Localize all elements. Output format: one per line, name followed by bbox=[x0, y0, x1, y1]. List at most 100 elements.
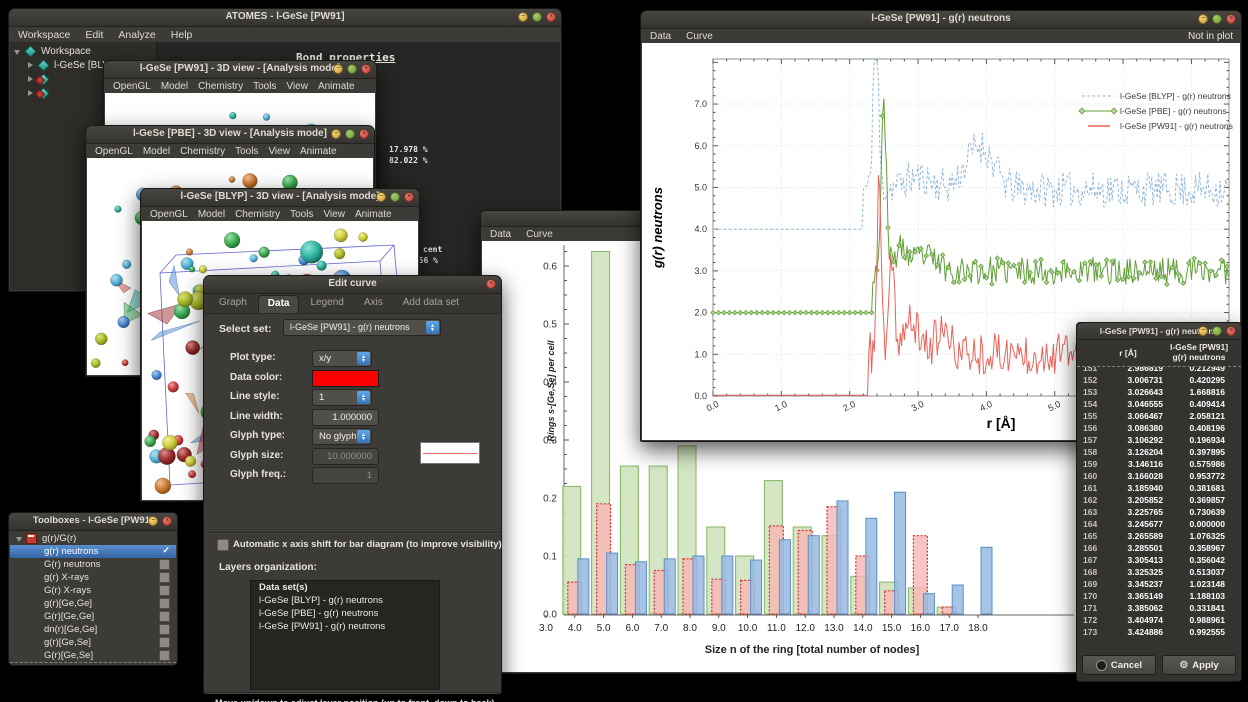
max-window-icon[interactable] bbox=[1212, 326, 1222, 336]
tree-expander-icon[interactable] bbox=[28, 90, 33, 96]
table-row[interactable]: 1613.1859400.381681 bbox=[1079, 482, 1239, 494]
max-window-icon[interactable] bbox=[1212, 14, 1222, 24]
table-row[interactable]: 1583.1262040.397895 bbox=[1079, 446, 1239, 458]
table-row[interactable]: 1523.0067310.420295 bbox=[1079, 374, 1239, 386]
tree-expander-icon[interactable] bbox=[28, 62, 33, 68]
toolbox-item-9[interactable]: dn(r)[Ge,Se] bbox=[10, 662, 176, 664]
table-titlebar[interactable]: l-GeSe [PW91] - g(r) neutrons −× bbox=[1077, 323, 1241, 340]
table-row[interactable]: 1643.2456770.000000 bbox=[1079, 518, 1239, 530]
view3d-blyp-titlebar[interactable]: l-GeSe [BLYP] - 3D view - [Analysis mode… bbox=[141, 189, 419, 207]
view3d-pw91-titlebar[interactable]: l-GeSe [PW91] - 3D view - [Analysis mode… bbox=[104, 61, 376, 79]
table-row[interactable]: 1623.2058520.369857 bbox=[1079, 494, 1239, 506]
toolbox-item-checkbox[interactable] bbox=[159, 559, 170, 570]
max-window-icon[interactable] bbox=[532, 12, 542, 22]
close-window-icon[interactable]: × bbox=[486, 279, 496, 289]
main-titlebar[interactable]: ATOMES - l-GeSe [PW91] −× bbox=[9, 9, 561, 27]
toolbox-item-6[interactable]: dn(r)[Ge,Ge] bbox=[10, 623, 176, 636]
max-window-icon[interactable] bbox=[347, 64, 357, 74]
close-window-icon[interactable]: × bbox=[359, 129, 369, 139]
menu-item-chemistry[interactable]: Chemistry bbox=[180, 146, 225, 157]
tree-expander-icon[interactable] bbox=[14, 50, 20, 55]
menu-item-view[interactable]: View bbox=[286, 81, 308, 92]
min-window-icon[interactable]: − bbox=[1198, 14, 1208, 24]
dataset-item[interactable]: l-GeSe [PBE] - g(r) neutrons bbox=[251, 607, 439, 620]
menu-item-view[interactable]: View bbox=[268, 146, 290, 157]
data-color-swatch[interactable] bbox=[312, 370, 379, 387]
dataset-item[interactable]: l-GeSe [BLYP] - g(r) neutrons bbox=[251, 594, 439, 607]
tab-legend[interactable]: Legend bbox=[301, 295, 352, 313]
menu-item-help[interactable]: Help bbox=[171, 29, 193, 41]
close-window-icon[interactable]: × bbox=[162, 516, 172, 526]
datasets-listbox[interactable]: Data set(s)l-GeSe [BLYP] - g(r) neutrons… bbox=[250, 580, 440, 690]
menu-item-tools[interactable]: Tools bbox=[235, 146, 258, 157]
table-row[interactable]: 1573.1062920.196934 bbox=[1079, 434, 1239, 446]
auto-shift-checkbox[interactable] bbox=[217, 539, 229, 551]
cancel-button[interactable]: Cancel bbox=[1082, 655, 1156, 675]
menu-item-model[interactable]: Model bbox=[161, 81, 188, 92]
min-window-icon[interactable]: − bbox=[148, 516, 158, 526]
menu-item-edit[interactable]: Edit bbox=[85, 29, 103, 41]
table-row[interactable]: 1683.3253250.513037 bbox=[1079, 566, 1239, 578]
toolbox-item-3[interactable]: G(r) X-rays bbox=[10, 584, 176, 597]
close-window-icon[interactable]: × bbox=[361, 64, 371, 74]
table-row[interactable]: 1593.1461160.575986 bbox=[1079, 458, 1239, 470]
tree-expander-icon[interactable] bbox=[28, 76, 33, 82]
menu-item-tools[interactable]: Tools bbox=[253, 81, 276, 92]
table-row[interactable]: 1703.3651491.188103 bbox=[1079, 590, 1239, 602]
table-row[interactable]: 1693.3452371.023148 bbox=[1079, 578, 1239, 590]
menu-item-data[interactable]: Data bbox=[650, 31, 671, 42]
menu-item-data[interactable]: Data bbox=[490, 229, 511, 240]
menu-item-opengl[interactable]: OpenGL bbox=[95, 146, 133, 157]
table-row[interactable]: 1603.1660280.953772 bbox=[1079, 470, 1239, 482]
gr-titlebar[interactable]: l-GeSe [PW91] - g(r) neutrons −× bbox=[641, 11, 1241, 29]
combo-stepper-icon[interactable]: ▲▼ bbox=[357, 430, 370, 443]
toolbox-item-checkbox[interactable] bbox=[159, 572, 170, 583]
table-row[interactable]: 1543.0465550.409414 bbox=[1079, 398, 1239, 410]
menu-item-animate[interactable]: Animate bbox=[300, 146, 337, 157]
menu-item-model[interactable]: Model bbox=[143, 146, 170, 157]
workspace-tree-item[interactable]: Workspace bbox=[10, 44, 156, 58]
toolbox-item-4[interactable]: g(r)[Ge,Ge] bbox=[10, 597, 176, 610]
select-set-combo[interactable]: l-GeSe [PW91] - g(r) neutrons▲▼ bbox=[283, 319, 441, 336]
menu-item-animate[interactable]: Animate bbox=[318, 81, 355, 92]
toolbox-item-checkbox[interactable] bbox=[159, 611, 170, 622]
toolbox-root-item[interactable]: g(r)/G(r) bbox=[10, 532, 176, 545]
table-row[interactable]: 1673.3054130.356042 bbox=[1079, 554, 1239, 566]
edit-curve-titlebar[interactable]: Edit curve × bbox=[204, 276, 501, 294]
toolbox-item-checkbox[interactable] bbox=[159, 637, 170, 648]
menu-item-chemistry[interactable]: Chemistry bbox=[235, 209, 280, 220]
field-entry-3[interactable]: 1.000000 bbox=[312, 409, 379, 426]
view3d-pbe-titlebar[interactable]: l-GeSe [PBE] - 3D view - [Analysis mode]… bbox=[86, 126, 374, 144]
table-row[interactable]: 1653.2655891.076325 bbox=[1079, 530, 1239, 542]
table-rows[interactable]: 1512.9868190.2129491523.0067310.42029515… bbox=[1079, 367, 1239, 641]
close-window-icon[interactable]: × bbox=[546, 12, 556, 22]
menu-item-curve[interactable]: Curve bbox=[526, 229, 553, 240]
max-window-icon[interactable] bbox=[390, 192, 400, 202]
combo-stepper-icon[interactable]: ▲▼ bbox=[357, 352, 370, 365]
menu-item-animate[interactable]: Animate bbox=[355, 209, 392, 220]
tree-expander-icon[interactable] bbox=[16, 537, 22, 542]
table-row[interactable]: 1713.3850620.331841 bbox=[1079, 602, 1239, 614]
close-window-icon[interactable]: × bbox=[1226, 326, 1236, 336]
toolbox-item-7[interactable]: g(r)[Ge,Se] bbox=[10, 636, 176, 649]
table-row[interactable]: 1723.4049740.988961 bbox=[1079, 614, 1239, 626]
field-combo-2[interactable]: 1▲▼ bbox=[312, 389, 372, 406]
menu-item-opengl[interactable]: OpenGL bbox=[113, 81, 151, 92]
close-window-icon[interactable]: × bbox=[1226, 14, 1236, 24]
menu-item-model[interactable]: Model bbox=[198, 209, 225, 220]
dataset-item[interactable]: l-GeSe [PW91] - g(r) neutrons bbox=[251, 620, 439, 633]
table-row[interactable]: 1663.2855010.358967 bbox=[1079, 542, 1239, 554]
menu-item-opengl[interactable]: OpenGL bbox=[150, 209, 188, 220]
table-row[interactable]: 1533.0266431.668816 bbox=[1079, 386, 1239, 398]
toolbox-item-5[interactable]: G(r)[Ge,Ge] bbox=[10, 610, 176, 623]
tab-graph[interactable]: Graph bbox=[210, 295, 256, 313]
menu-item-curve[interactable]: Curve bbox=[686, 31, 713, 42]
min-window-icon[interactable]: − bbox=[376, 192, 386, 202]
toolbox-item-1[interactable]: G(r) neutrons bbox=[10, 558, 176, 571]
table-row[interactable]: 1733.4248860.992555 bbox=[1079, 626, 1239, 638]
min-window-icon[interactable]: − bbox=[333, 64, 343, 74]
max-window-icon[interactable] bbox=[345, 129, 355, 139]
menu-item-workspace[interactable]: Workspace bbox=[18, 29, 70, 41]
menu-item-view[interactable]: View bbox=[323, 209, 345, 220]
toolbox-item-checkbox[interactable] bbox=[159, 650, 170, 661]
